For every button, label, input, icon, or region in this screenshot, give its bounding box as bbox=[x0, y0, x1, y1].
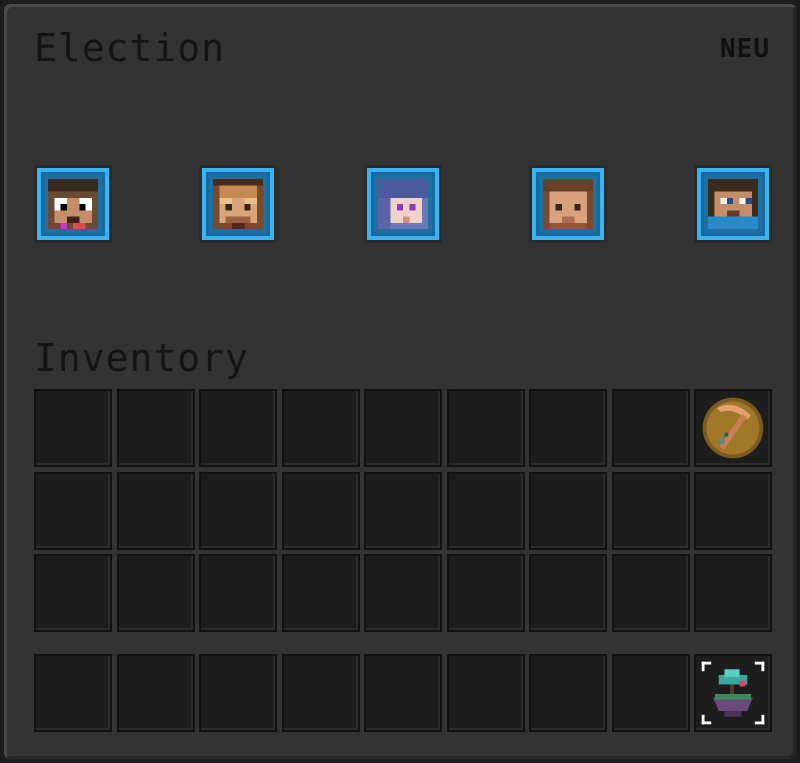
hotbar-slot[interactable] bbox=[117, 654, 195, 732]
window-title: Election bbox=[34, 26, 226, 70]
inventory-slot[interactable] bbox=[612, 389, 690, 467]
inventory-slot[interactable] bbox=[199, 554, 277, 632]
inventory-slot[interactable] bbox=[612, 554, 690, 632]
hotbar-slot[interactable] bbox=[447, 654, 525, 732]
inventory-slot[interactable] bbox=[447, 554, 525, 632]
inventory-slot[interactable] bbox=[694, 554, 772, 632]
hotbar-slot[interactable] bbox=[529, 654, 607, 732]
hotbar-slot[interactable] bbox=[612, 654, 690, 732]
inventory-slot[interactable] bbox=[364, 554, 442, 632]
inventory-slot[interactable] bbox=[282, 472, 360, 550]
candidate-slot-5[interactable] bbox=[694, 165, 772, 243]
inventory-slot[interactable] bbox=[34, 554, 112, 632]
inventory-slot[interactable] bbox=[117, 389, 195, 467]
inventory-slot[interactable] bbox=[694, 472, 772, 550]
inventory-slot[interactable] bbox=[529, 472, 607, 550]
candidate-head-brown-hair-icon bbox=[543, 179, 593, 229]
inventory-slot[interactable] bbox=[529, 554, 607, 632]
inventory-slot[interactable] bbox=[34, 472, 112, 550]
inventory-title: Inventory bbox=[34, 336, 249, 380]
region-tag: NEU bbox=[720, 34, 770, 64]
floating-island-icon bbox=[696, 656, 770, 730]
hotbar-slot[interactable] bbox=[694, 654, 772, 732]
candidate-head-blue-shirt-icon bbox=[708, 179, 758, 229]
inventory-slot[interactable] bbox=[199, 389, 277, 467]
inventory-slot[interactable] bbox=[447, 472, 525, 550]
inventory-slot[interactable] bbox=[117, 472, 195, 550]
pickaxe-badge-icon bbox=[696, 391, 770, 465]
inventory-slot[interactable] bbox=[282, 554, 360, 632]
election-window: Election NEU Inventory bbox=[0, 0, 800, 763]
candidate-slot-3[interactable] bbox=[364, 165, 442, 243]
inventory-slot[interactable] bbox=[612, 472, 690, 550]
hotbar-slot[interactable] bbox=[282, 654, 360, 732]
hotbar-slot[interactable] bbox=[199, 654, 277, 732]
candidate-head-goggles-icon bbox=[213, 179, 263, 229]
inventory-slot[interactable] bbox=[694, 389, 772, 467]
candidate-slot-2[interactable] bbox=[199, 165, 277, 243]
inventory-slot[interactable] bbox=[34, 389, 112, 467]
inventory-slot[interactable] bbox=[447, 389, 525, 467]
inventory-slot[interactable] bbox=[364, 472, 442, 550]
inventory-slot[interactable] bbox=[117, 554, 195, 632]
candidate-slot-1[interactable] bbox=[34, 165, 112, 243]
inventory-slot[interactable] bbox=[282, 389, 360, 467]
hotbar-slot[interactable] bbox=[364, 654, 442, 732]
inventory-slot[interactable] bbox=[199, 472, 277, 550]
candidate-head-glasses-icon bbox=[48, 179, 98, 229]
candidate-slot-4[interactable] bbox=[529, 165, 607, 243]
inventory-slot[interactable] bbox=[529, 389, 607, 467]
inventory-slot[interactable] bbox=[364, 389, 442, 467]
candidate-head-blue-hair-icon bbox=[378, 179, 428, 229]
hotbar-slot[interactable] bbox=[34, 654, 112, 732]
